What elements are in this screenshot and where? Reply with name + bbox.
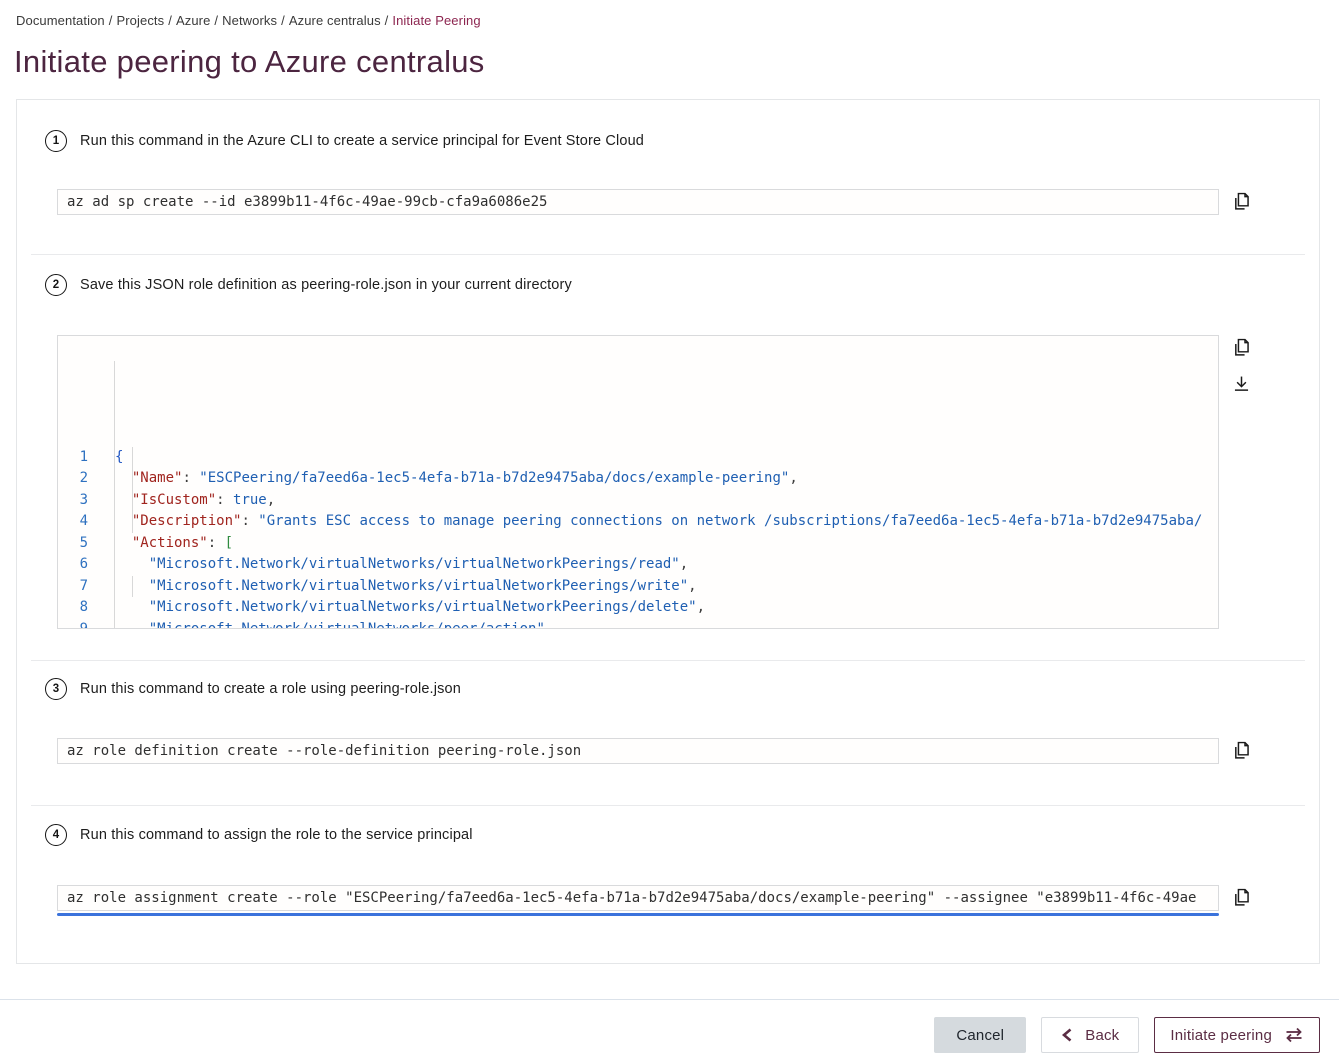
step-1-section: 1 Run this command in the Azure CLI to c… (17, 100, 1319, 254)
json-editor-line: 4 "Description": "Grants ESC access to m… (58, 511, 1218, 533)
step-4-section: 4 Run this command to assign the role to… (17, 806, 1319, 963)
step-2-instruction: Save this JSON role definition as peerin… (80, 277, 572, 293)
json-role-definition-editor[interactable]: 1{2 "Name": "ESCPeering/fa7eed6a-1ec5-4e… (57, 335, 1219, 629)
breadcrumb-separator: / (105, 13, 117, 28)
initiate-peering-button-label: Initiate peering (1170, 1027, 1272, 1044)
breadcrumb-separator: / (210, 13, 222, 28)
breadcrumb-item-networks[interactable]: Networks (222, 13, 277, 28)
breadcrumb-item-azure[interactable]: Azure (176, 13, 210, 28)
json-editor-line: 2 "Name": "ESCPeering/fa7eed6a-1ec5-4efa… (58, 468, 1218, 490)
indent-guide (114, 361, 115, 628)
copy-icon (1231, 739, 1252, 761)
wizard-card: 1 Run this command in the Azure CLI to c… (16, 99, 1320, 964)
page-title: Initiate peering to Azure centralus (14, 44, 1320, 80)
breadcrumb-separator: / (381, 13, 393, 28)
chevron-left-icon (1061, 1028, 1073, 1042)
breadcrumb: Documentation/Projects/Azure/Networks/Az… (16, 0, 1320, 28)
swap-arrows-icon (1284, 1027, 1304, 1043)
step-1-copy-button[interactable] (1231, 190, 1252, 212)
json-editor-line: 5 "Actions": [ (58, 533, 1218, 555)
indent-guide (132, 447, 133, 533)
json-editor-line: 6 "Microsoft.Network/virtualNetworks/vir… (58, 554, 1218, 576)
copy-icon (1231, 336, 1252, 358)
breadcrumb-separator: / (164, 13, 176, 28)
step-4-command-field[interactable]: az role assignment create --role "ESCPee… (57, 885, 1219, 911)
horizontal-scrollbar[interactable] (57, 913, 1219, 916)
breadcrumb-current-initiate-peering: Initiate Peering (392, 13, 480, 28)
json-editor-lines: 1{2 "Name": "ESCPeering/fa7eed6a-1ec5-4e… (58, 447, 1218, 630)
step-3-instruction: Run this command to create a role using … (80, 681, 461, 697)
step-1-command-field[interactable]: az ad sp create --id e3899b11-4f6c-49ae-… (57, 189, 1219, 215)
cancel-button-label: Cancel (956, 1027, 1004, 1044)
cancel-button[interactable]: Cancel (934, 1017, 1026, 1053)
step-3-command-field[interactable]: az role definition create --role-definit… (57, 738, 1219, 764)
download-icon (1231, 373, 1252, 395)
back-button[interactable]: Back (1041, 1017, 1139, 1053)
json-editor-line: 3 "IsCustom": true, (58, 490, 1218, 512)
json-editor-line: 9 "Microsoft.Network/virtualNetworks/pee… (58, 619, 1218, 630)
step-2-copy-button[interactable] (1231, 336, 1252, 358)
step-4-number-badge: 4 (45, 824, 67, 846)
breadcrumb-separator: / (277, 13, 289, 28)
step-3-section: 3 Run this command to create a role usin… (17, 661, 1319, 805)
step-3-number-badge: 3 (45, 678, 67, 700)
step-1-number-badge: 1 (45, 130, 67, 152)
step-2-download-button[interactable] (1231, 373, 1252, 395)
step-4-copy-button[interactable] (1231, 886, 1252, 908)
step-4-instruction: Run this command to assign the role to t… (80, 827, 473, 843)
step-1-instruction: Run this command in the Azure CLI to cre… (80, 133, 644, 149)
breadcrumb-item-azure-centralus[interactable]: Azure centralus (289, 13, 381, 28)
json-editor-line: 1{ (58, 447, 1218, 469)
copy-icon (1231, 190, 1252, 212)
step-3-copy-button[interactable] (1231, 739, 1252, 761)
json-editor-line: 7 "Microsoft.Network/virtualNetworks/vir… (58, 576, 1218, 598)
breadcrumb-item-documentation[interactable]: Documentation (16, 13, 105, 28)
copy-icon (1231, 886, 1252, 908)
back-button-label: Back (1085, 1027, 1119, 1044)
footer-divider (0, 999, 1339, 1000)
step-2-number-badge: 2 (45, 274, 67, 296)
initiate-peering-button[interactable]: Initiate peering (1154, 1017, 1320, 1053)
step-2-section: 2 Save this JSON role definition as peer… (17, 255, 1319, 660)
indent-guide (132, 576, 133, 598)
footer-actions: Cancel Back Initiate peering (16, 1017, 1320, 1053)
breadcrumb-item-projects[interactable]: Projects (116, 13, 164, 28)
json-editor-line: 8 "Microsoft.Network/virtualNetworks/vir… (58, 597, 1218, 619)
